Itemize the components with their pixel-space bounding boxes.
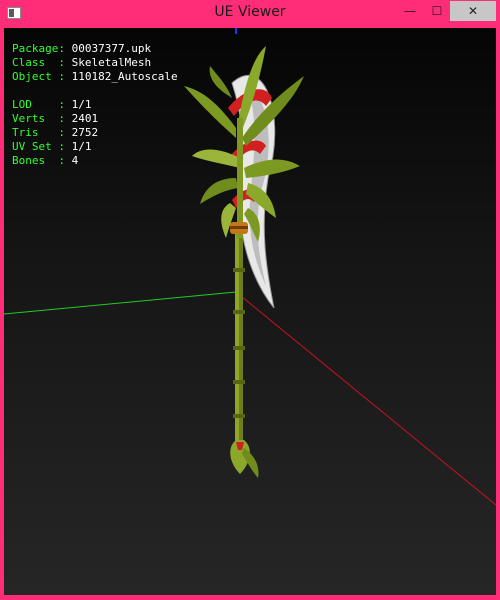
- 3d-viewport[interactable]: Package: 00037377.upk Class : SkeletalMe…: [4, 28, 496, 595]
- info-verts: Verts : 2401: [12, 112, 99, 125]
- app-icon[interactable]: [7, 7, 21, 19]
- info-lod: LOD : 1/1: [12, 98, 92, 111]
- shaft-collar-band: [230, 226, 248, 229]
- title-bar[interactable]: UE Viewer — ☐ ✕: [0, 0, 500, 28]
- info-package: Package: 00037377.upk: [12, 42, 152, 55]
- info-uvset: UV Set : 1/1: [12, 140, 92, 153]
- info-tris: Tris : 2752: [12, 126, 99, 139]
- info-class: Class : SkeletalMesh: [12, 56, 152, 69]
- info-object: Object : 110182_Autoscale: [12, 70, 178, 83]
- minimize-button[interactable]: —: [397, 1, 423, 21]
- app-window: UE Viewer — ☐ ✕ Package: 00037377.upk Cl…: [0, 0, 500, 600]
- leaf: [209, 66, 232, 98]
- info-gap: [12, 84, 178, 98]
- info-bones: Bones : 4: [12, 154, 79, 167]
- close-button[interactable]: ✕: [450, 1, 496, 21]
- shaft-upper: [237, 118, 243, 238]
- maximize-button[interactable]: ☐: [424, 1, 450, 21]
- mesh-info-overlay: Package: 00037377.upk Class : SkeletalMe…: [12, 42, 178, 168]
- axis-x-line: [235, 291, 496, 506]
- leaf: [192, 149, 240, 168]
- axis-y-line: [4, 291, 237, 315]
